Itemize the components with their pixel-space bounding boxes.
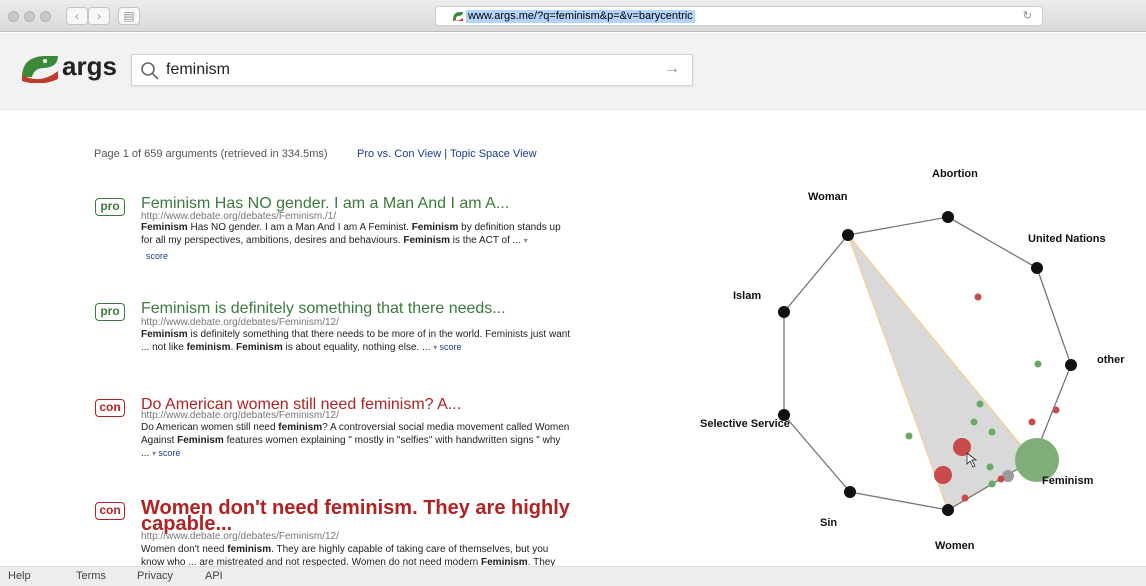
snippet-text: Do American women still need [141, 422, 279, 433]
result-snippet: Do American women still need feminism? A… [141, 421, 571, 460]
result-url: http://www.debate.org/debates/Feminism/1… [141, 317, 339, 328]
snippet-text: is the ACT of ... [450, 235, 524, 246]
snippet-highlight: feminism [227, 544, 272, 555]
snippet-highlight: Feminism [236, 342, 283, 353]
submit-arrow-icon[interactable]: → [664, 60, 680, 78]
search-icon [141, 62, 159, 80]
search-input[interactable] [166, 60, 646, 80]
sidebar-toggle-icon[interactable]: ▤ [118, 7, 140, 25]
topic-label: Abortion [932, 168, 978, 180]
forward-button[interactable]: › [88, 7, 110, 25]
topic-label: United Nations [1028, 233, 1106, 245]
topic-label: Feminism [1042, 475, 1094, 487]
snippet-highlight: feminism [278, 422, 323, 433]
snippet-highlight: feminism [186, 342, 231, 353]
result-title-link[interactable]: Women don't need feminism. They are high… [141, 498, 571, 534]
argument-dot-pro[interactable] [976, 400, 984, 408]
results-summary: Page 1 of 659 arguments (retrieved in 33… [94, 148, 328, 160]
topic-label: Woman [808, 191, 848, 203]
score-link[interactable]: score [158, 448, 180, 458]
topic-node[interactable] [844, 486, 856, 498]
search-box[interactable]: → [131, 54, 693, 86]
footer-link-privacy[interactable]: Privacy [137, 570, 173, 582]
result-url: http://www.debate.org/debates/Feminism/1… [141, 531, 339, 542]
topic-label: Sin [820, 517, 838, 529]
view-switcher: Pro vs. Con View | Topic Space View [357, 148, 537, 160]
zoom-window-button[interactable] [40, 11, 51, 22]
argument-dot-pro[interactable] [986, 463, 994, 471]
view-separator: | [444, 148, 448, 160]
argument-dot-pro[interactable] [905, 432, 913, 440]
result-title-link[interactable]: Feminism is definitely something that th… [141, 300, 581, 317]
argument-dot-con[interactable] [1052, 406, 1060, 414]
result-snippet: Feminism Has NO gender. I am a Man And I… [141, 221, 571, 247]
argument-dot-pro[interactable] [988, 428, 996, 436]
topic-node[interactable] [942, 504, 954, 516]
argument-dot-pro[interactable] [988, 480, 996, 488]
topic-node[interactable] [1031, 262, 1043, 274]
args-logo-icon[interactable] [20, 53, 60, 83]
topic-node[interactable] [942, 211, 954, 223]
pro-con-view-link[interactable]: Pro vs. Con View [357, 148, 441, 160]
snippet-text: Women don't need [141, 544, 228, 555]
argument-dot-con[interactable] [953, 438, 971, 456]
topic-space-graph[interactable]: Abortion United Nations other Feminism W… [690, 160, 1146, 566]
argument-dot-con[interactable] [1028, 418, 1036, 426]
topic-label: Selective Service [700, 418, 790, 430]
snippet-highlight: Feminism [141, 222, 188, 233]
snippet-highlight: Feminism [411, 222, 459, 233]
stance-badge: con [95, 399, 125, 417]
stance-badge: pro [95, 198, 125, 216]
stance-badge: pro [95, 303, 125, 321]
close-window-button[interactable] [8, 11, 19, 22]
reload-icon[interactable]: ↻ [1023, 9, 1032, 22]
site-favicon-icon [453, 12, 463, 21]
argument-dot-con[interactable] [961, 494, 969, 502]
site-header: args → [0, 33, 1146, 110]
snippet-text: Has NO gender. I am a Man And I am A Fem… [187, 222, 412, 233]
argument-dot-con[interactable] [934, 466, 952, 484]
snippet-highlight: Feminism [177, 435, 224, 446]
result-url: http://www.debate.org/debates/Feminism/1… [141, 410, 339, 421]
footer-link-api[interactable]: API [205, 570, 223, 582]
argument-dot-pro[interactable] [1034, 360, 1042, 368]
score-link[interactable]: score [439, 342, 461, 352]
url-text: www.args.me/?q=feminism&p=&v=barycentric [466, 10, 695, 23]
topic-label: Islam [733, 290, 762, 302]
topic-node[interactable] [842, 229, 854, 241]
footer-link-help[interactable]: Help [8, 570, 31, 582]
argument-dot-con[interactable] [997, 475, 1005, 483]
argument-dot-pro[interactable] [970, 418, 978, 426]
topic-label: other [1097, 354, 1125, 366]
topic-node[interactable] [1065, 359, 1077, 371]
snippet-highlight: Feminism [141, 329, 188, 340]
topic-space-view-link[interactable]: Topic Space View [450, 148, 537, 160]
brand-name[interactable]: args [62, 51, 117, 82]
minimize-window-button[interactable] [24, 11, 35, 22]
topic-graph-svg [778, 211, 1077, 516]
site-footer: Help Terms Privacy API [0, 566, 1146, 586]
argument-dot-con[interactable] [974, 293, 982, 301]
browser-toolbar: ‹ › ▤ www.args.me/?q=feminism&p=&v=baryc… [0, 0, 1146, 32]
score-link[interactable]: score [146, 251, 168, 261]
topic-label: Women [935, 540, 975, 552]
result-snippet: Feminism is definitely something that th… [141, 328, 571, 354]
result-title-link[interactable]: Feminism Has NO gender. I am a Man And I… [141, 195, 581, 212]
snippet-text: is about equality, nothing else. ... [282, 342, 434, 353]
address-bar[interactable]: www.args.me/?q=feminism&p=&v=barycentric… [435, 6, 1043, 26]
stance-badge: con [95, 502, 125, 520]
back-button[interactable]: ‹ [66, 7, 88, 25]
snippet-highlight: Feminism [403, 235, 451, 246]
footer-link-terms[interactable]: Terms [76, 570, 106, 582]
topic-node[interactable] [778, 306, 790, 318]
expand-caret-icon[interactable]: ▾ [524, 236, 528, 245]
